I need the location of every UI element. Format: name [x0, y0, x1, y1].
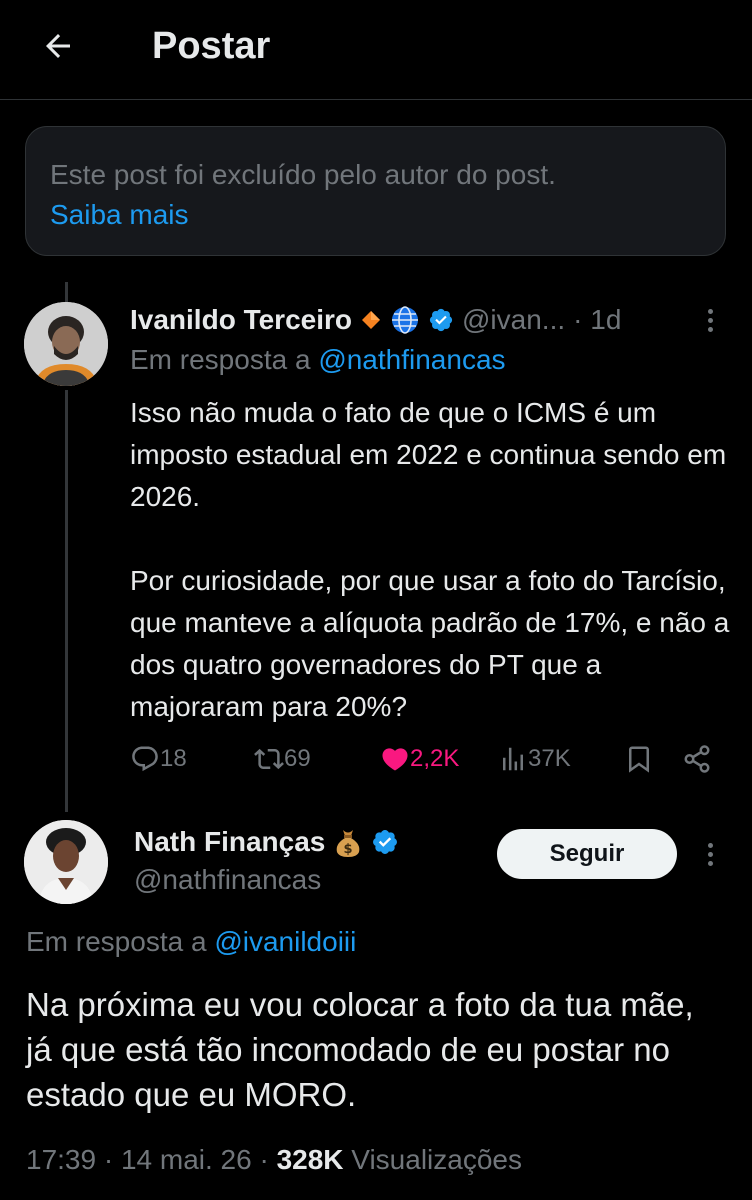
main-reply-to-prefix: Em resposta a [26, 926, 215, 957]
comment-icon [132, 746, 158, 772]
main-reply-to-mention[interactable]: @ivanildoiii [214, 926, 356, 957]
diamond-emoji-icon [360, 309, 382, 331]
dot-icon [707, 851, 713, 857]
views-count: 37K [528, 745, 571, 772]
arrow-left-icon [46, 34, 70, 58]
reply-more-button[interactable] [700, 302, 720, 338]
globe-icon [390, 305, 420, 335]
main-author-row: Nath Finanças $ [134, 826, 399, 858]
learn-more-link[interactable]: Saiba mais [50, 195, 701, 235]
like-button[interactable]: 2,2K [380, 738, 459, 780]
top-bar: Postar [0, 0, 752, 100]
verified-badge-icon [371, 828, 399, 856]
reply-button[interactable]: 18 [130, 738, 187, 780]
verified-badge-icon [428, 307, 454, 333]
repost-button[interactable]: 69 [254, 738, 311, 780]
follow-button[interactable]: Seguir [497, 829, 677, 879]
bookmark-icon [629, 746, 649, 773]
repost-count: 69 [284, 745, 311, 772]
avatar-nath[interactable] [24, 820, 108, 904]
dot-icon [707, 308, 713, 314]
dot-icon [707, 317, 713, 323]
thread-connector [65, 390, 68, 812]
page-title: Postar [152, 25, 271, 67]
reply-author-name[interactable]: Ivanildo Terceiro [130, 304, 352, 336]
post-timestamp[interactable]: 17:39 · 14 mai. 26 · [26, 1144, 277, 1175]
back-button[interactable] [36, 24, 80, 68]
reply-paragraph-1: Isso não muda o fato de que o ICMS é um … [130, 397, 727, 512]
svg-text:$: $ [344, 842, 353, 857]
reply-author-handle[interactable]: @ivan... [462, 304, 565, 336]
reply-to-mention[interactable]: @nathfinancas [318, 344, 505, 375]
deleted-post-notice: Este post foi excluído pelo autor do pos… [25, 126, 726, 256]
share-icon [684, 745, 710, 773]
views-chart-icon [503, 747, 523, 771]
dot-icon [707, 326, 713, 332]
main-post-text: Na próxima eu vou colocar a foto da tua … [26, 986, 694, 1113]
reply-action-bar: 18 69 2,2K 37K [130, 738, 720, 780]
thread-connector-top [65, 282, 68, 302]
avatar-nath-image [24, 820, 108, 904]
bookmark-button[interactable] [624, 738, 654, 780]
reply-count: 18 [160, 745, 187, 772]
reply-post-time[interactable]: · 1d [573, 304, 621, 336]
reply-to-prefix: Em resposta a [130, 344, 319, 375]
post-meta: 17:39 · 14 mai. 26 · 328K Visualizações [26, 1144, 522, 1176]
reply-post-text: Isso não muda o fato de que o ICMS é um … [130, 392, 730, 728]
post-views-count: 328K [276, 1144, 344, 1175]
reply-author-row: Ivanildo Terceiro @ivan... · 1d [130, 300, 621, 340]
reply-paragraph-2: Por curiosidade, por que usar a foto do … [130, 565, 730, 722]
money-bag-emoji-icon: $ [333, 826, 363, 858]
avatar-ivanildo-image [24, 302, 108, 386]
avatar-ivanildo[interactable] [24, 302, 108, 386]
reply-to-line: Em resposta a @nathfinancas [130, 344, 506, 376]
deleted-notice-text: Este post foi excluído pelo autor do pos… [50, 159, 556, 190]
main-author-name[interactable]: Nath Finanças [134, 826, 325, 858]
dot-icon [707, 860, 713, 866]
main-author-handle[interactable]: @nathfinancas [134, 864, 321, 896]
views-button[interactable]: 37K [498, 738, 571, 780]
post-views-label: Visualizações [343, 1144, 522, 1175]
like-count: 2,2K [410, 745, 460, 772]
heart-icon [382, 748, 408, 771]
dot-icon [707, 842, 713, 848]
repost-icon [254, 748, 284, 770]
share-button[interactable] [682, 738, 712, 780]
main-more-button[interactable] [700, 836, 720, 872]
main-reply-to-line: Em resposta a @ivanildoiii [26, 926, 356, 958]
